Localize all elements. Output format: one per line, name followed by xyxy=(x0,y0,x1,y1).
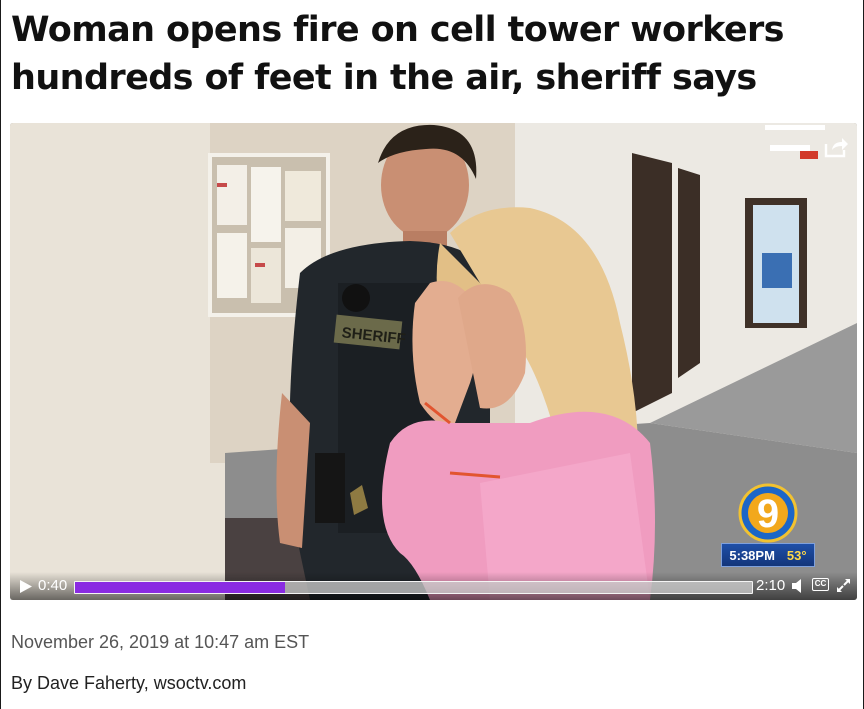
article-date: November 26, 2019 at 10:47 am EST xyxy=(11,632,310,652)
progress-bar[interactable] xyxy=(74,581,753,594)
volume-icon[interactable] xyxy=(791,578,807,594)
svg-text:9: 9 xyxy=(757,492,779,536)
share-icon xyxy=(824,138,848,158)
progress-fill xyxy=(75,582,285,593)
video-controls: 0:40 2:10 CC xyxy=(10,572,857,600)
share-button[interactable] xyxy=(819,133,853,161)
duration: 2:10 xyxy=(756,577,786,594)
current-time: 0:40 xyxy=(38,577,68,594)
overlay-temperature: 53° xyxy=(786,547,807,563)
article-headline: Woman opens fire on cell tower workers h… xyxy=(11,10,784,98)
video-frame: SHERIFF xyxy=(10,123,857,600)
time-temp-overlay: 5:38PM 53° xyxy=(721,543,815,567)
overlay-time: 5:38PM xyxy=(729,547,775,563)
station-logo: 9 xyxy=(738,483,798,543)
closed-captions-icon[interactable]: CC xyxy=(812,578,829,591)
fullscreen-icon[interactable] xyxy=(836,578,851,593)
play-icon[interactable] xyxy=(19,579,33,594)
video-player[interactable]: SHERIFF 9 5:38PM 53° 0:40 2:10 CC xyxy=(10,123,857,600)
article-byline: By Dave Faherty, wsoctv.com xyxy=(11,673,247,693)
